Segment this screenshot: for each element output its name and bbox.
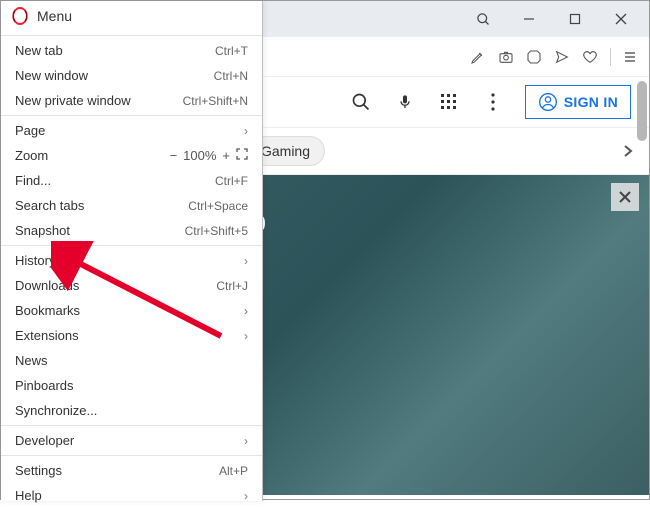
- menu-shortcut: Ctrl+N: [214, 69, 248, 83]
- chips-next-button[interactable]: [613, 136, 643, 166]
- menu-item-label: Extensions: [15, 328, 79, 343]
- menu-item-bookmarks[interactable]: Bookmarks ›: [1, 298, 262, 323]
- menu-item-history[interactable]: History ›: [1, 248, 262, 273]
- menu-shortcut: Ctrl+F: [215, 174, 248, 188]
- menu-item-label: Find...: [15, 173, 51, 188]
- menu-item-synchronize[interactable]: Synchronize...: [1, 398, 262, 423]
- menu-item-label: Snapshot: [15, 223, 70, 238]
- search-icon[interactable]: [469, 5, 497, 33]
- menu-item-label: New tab: [15, 43, 63, 58]
- menu-item-settings[interactable]: Settings Alt+P: [1, 458, 262, 483]
- menu-item-zoom[interactable]: Zoom − 100% +: [1, 143, 262, 168]
- menu-item-pinboards[interactable]: Pinboards: [1, 373, 262, 398]
- menu-item-new-tab[interactable]: New tab Ctrl+T: [1, 38, 262, 63]
- menu-item-label: Help: [15, 488, 42, 503]
- menu-item-label: History: [15, 253, 55, 268]
- menu-separator: [1, 35, 262, 36]
- chevron-right-icon: ›: [244, 124, 248, 138]
- close-button[interactable]: [607, 5, 635, 33]
- menu-item-help[interactable]: Help ›: [1, 483, 262, 508]
- zoom-in-button[interactable]: +: [222, 148, 230, 163]
- easy-setup-icon[interactable]: [623, 50, 637, 64]
- menu-shortcut: Ctrl+T: [215, 44, 248, 58]
- menu-separator: [1, 455, 262, 456]
- fullscreen-icon[interactable]: [236, 148, 248, 163]
- menu-item-label: New private window: [15, 93, 131, 108]
- menu-item-label: News: [15, 353, 48, 368]
- menu-header: Menu: [1, 1, 262, 33]
- chevron-right-icon: ›: [244, 489, 248, 503]
- minimize-button[interactable]: [515, 5, 543, 33]
- menu-item-snapshot[interactable]: Snapshot Ctrl+Shift+5: [1, 218, 262, 243]
- adblock-icon[interactable]: [526, 49, 542, 65]
- menu-item-label: Zoom: [15, 148, 48, 163]
- chevron-right-icon: ›: [244, 304, 248, 318]
- sign-in-label: SIGN IN: [564, 94, 618, 110]
- search-icon[interactable]: [349, 90, 373, 114]
- menu-item-label: New window: [15, 68, 88, 83]
- menu-item-label: Page: [15, 123, 45, 138]
- menu-item-label: Search tabs: [15, 198, 84, 213]
- menu-shortcut: Ctrl+Space: [188, 199, 248, 213]
- zoom-value: 100%: [183, 148, 216, 163]
- menu-item-downloads[interactable]: Downloads Ctrl+J: [1, 273, 262, 298]
- chevron-right-icon: ›: [244, 254, 248, 268]
- menu-item-extensions[interactable]: Extensions ›: [1, 323, 262, 348]
- menu-item-developer[interactable]: Developer ›: [1, 428, 262, 453]
- separator: [610, 48, 611, 66]
- menu-item-new-private-window[interactable]: New private window Ctrl+Shift+N: [1, 88, 262, 113]
- menu-item-label: Developer: [15, 433, 74, 448]
- chevron-right-icon: ›: [244, 329, 248, 343]
- menu-item-label: Pinboards: [15, 378, 74, 393]
- edit-icon[interactable]: [470, 49, 486, 65]
- menu-shortcut: Ctrl+J: [216, 279, 248, 293]
- maximize-button[interactable]: [561, 5, 589, 33]
- heart-icon[interactable]: [582, 49, 598, 65]
- menu-item-label: Bookmarks: [15, 303, 80, 318]
- kebab-menu-icon[interactable]: [481, 90, 505, 114]
- menu-item-search-tabs[interactable]: Search tabs Ctrl+Space: [1, 193, 262, 218]
- chevron-right-icon: ›: [244, 434, 248, 448]
- menu-shortcut: Ctrl+Shift+5: [185, 224, 248, 238]
- menu-item-new-window[interactable]: New window Ctrl+N: [1, 63, 262, 88]
- zoom-out-button[interactable]: −: [170, 148, 178, 163]
- menu-separator: [1, 425, 262, 426]
- menu-item-label: Synchronize...: [15, 403, 97, 418]
- banner-close-button[interactable]: [611, 183, 639, 211]
- send-icon[interactable]: [554, 49, 570, 65]
- menu-item-find[interactable]: Find... Ctrl+F: [1, 168, 262, 193]
- menu-shortcut: Ctrl+Shift+N: [183, 94, 248, 108]
- camera-icon[interactable]: [498, 49, 514, 65]
- menu-separator: [1, 245, 262, 246]
- menu-shortcut: Alt+P: [219, 464, 248, 478]
- menu-item-label: Downloads: [15, 278, 79, 293]
- sign-in-button[interactable]: SIGN IN: [525, 85, 631, 119]
- vertical-scrollbar[interactable]: [637, 81, 647, 141]
- voice-search-icon[interactable]: [393, 90, 417, 114]
- menu-separator: [1, 115, 262, 116]
- menu-title: Menu: [37, 8, 72, 24]
- menu-item-label: Settings: [15, 463, 62, 478]
- menu-item-news[interactable]: News: [1, 348, 262, 373]
- opera-logo-icon: [12, 7, 27, 25]
- apps-grid-icon[interactable]: [437, 90, 461, 114]
- menu-item-page[interactable]: Page ›: [1, 118, 262, 143]
- app-menu: Menu New tab Ctrl+T New window Ctrl+N Ne…: [1, 1, 263, 501]
